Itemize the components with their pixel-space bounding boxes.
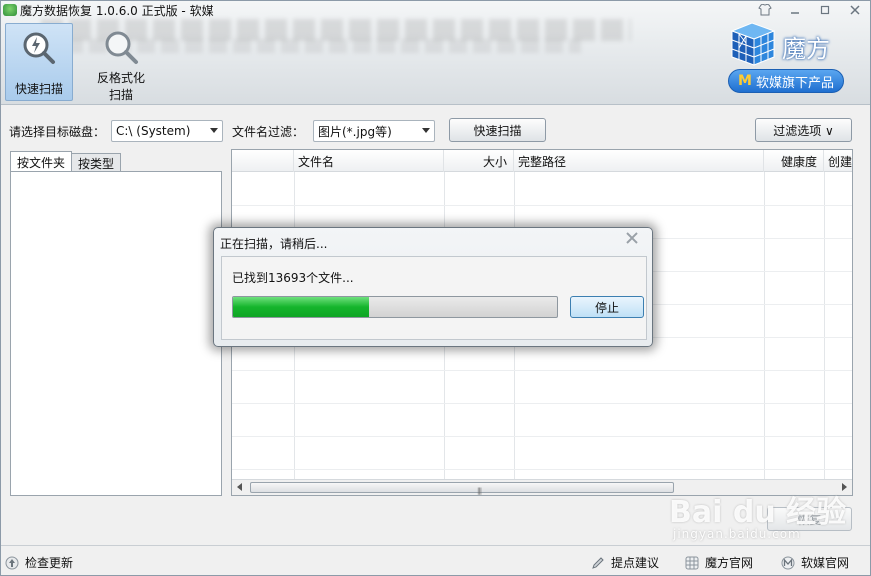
window-title: 魔方数据恢复 1.0.6.0 正式版 - 软媒 [20, 3, 214, 18]
ruanmei-site-link[interactable]: 软媒官网 [781, 554, 849, 571]
window-controls [750, 1, 870, 19]
unformat-scan-label-2: 扫描 [108, 88, 133, 102]
chevron-down-icon [422, 128, 430, 133]
rubiks-cube-logo-icon [730, 22, 776, 66]
progress-fill [233, 297, 370, 317]
dialog-title: 正在扫描，请稍后... [220, 237, 328, 251]
quick-scan-icon [19, 28, 59, 68]
ribbon: 魔方数据恢复 1.0.6.0 正式版 - 软媒 快速扫描 反格式化 扫描 魔方 … [1, 1, 870, 105]
column-header-filename[interactable]: 文件名 [294, 150, 444, 172]
dialog-body: 已找到13693个文件... 停止 [221, 256, 647, 340]
row-divider [232, 370, 852, 371]
quick-scan-button[interactable]: 快速扫描 [449, 118, 546, 142]
close-icon[interactable] [626, 232, 638, 248]
grip-icon: ||| [477, 487, 482, 495]
row-divider [232, 403, 852, 404]
tab-by-type[interactable]: 按类型 [71, 153, 122, 172]
status-bar: 检查更新 提点建议 魔方官网 软媒官网 [1, 545, 870, 575]
brand-name: 魔方 [782, 35, 830, 63]
column-divider [824, 172, 825, 479]
scroll-left-icon[interactable] [237, 483, 242, 491]
scan-progress-bar [232, 296, 558, 318]
check-update-link[interactable]: 检查更新 [5, 554, 73, 571]
scrollbar-thumb[interactable]: ||| [250, 482, 674, 495]
brand-area: 魔方 M 软媒旗下产品 [728, 21, 844, 97]
magnifier-icon [101, 27, 141, 67]
filter-options-button[interactable]: 过滤选项 ∨ [755, 118, 852, 142]
unformat-scan-tool-button[interactable]: 反格式化 扫描 [89, 23, 153, 103]
column-header-select[interactable] [232, 150, 294, 172]
tab-by-folder[interactable]: 按文件夹 [10, 151, 73, 172]
feedback-label: 提点建议 [611, 556, 660, 570]
column-header-health[interactable]: 健康度 [764, 150, 824, 172]
skin-icon[interactable] [750, 1, 780, 19]
baidu-watermark-url: jingyan.baidu.com [673, 527, 801, 541]
ruanmei-products-button[interactable]: M 软媒旗下产品 [728, 69, 844, 93]
unformat-scan-label-1: 反格式化 [96, 71, 145, 85]
app-icon [3, 4, 17, 16]
stop-button[interactable]: 停止 [570, 296, 644, 318]
name-filter-value: 图片(*.jpg等) [318, 124, 392, 139]
check-update-label: 检查更新 [25, 556, 74, 570]
ruanmei-m-icon [781, 556, 795, 570]
mofang-site-label: 魔方官网 [705, 556, 754, 570]
left-panel-tabs: 按文件夹 按类型 [10, 151, 122, 172]
mofang-site-link[interactable]: 魔方官网 [685, 554, 753, 571]
quick-scan-tool-button[interactable]: 快速扫描 [5, 23, 73, 101]
row-divider [232, 205, 852, 206]
name-filter-label: 文件名过滤： [232, 125, 305, 139]
row-divider [232, 436, 852, 437]
column-divider [764, 172, 765, 479]
arrow-up-circle-icon [5, 556, 19, 570]
files-found-message: 已找到13693个文件... [232, 271, 354, 285]
minimize-icon[interactable] [780, 1, 810, 19]
title-bar: 魔方数据恢复 1.0.6.0 正式版 - 软媒 [1, 1, 701, 19]
scan-progress-dialog: 正在扫描，请稍后... 已找到13693个文件... 停止 [213, 227, 653, 347]
folder-tree-panel[interactable] [10, 171, 222, 496]
row-divider [232, 469, 852, 470]
column-header-path[interactable]: 完整路径 [514, 150, 764, 172]
chevron-down-icon [210, 128, 218, 133]
grid-icon [685, 556, 699, 570]
pencil-icon [591, 556, 605, 570]
disk-select-label: 请选择目标磁盘： [9, 125, 106, 139]
disk-select[interactable]: C:\ (System) [111, 120, 223, 142]
maximize-icon[interactable] [810, 1, 840, 19]
app-window: 魔方数据恢复 1.0.6.0 正式版 - 软媒 快速扫描 反格式化 扫描 魔方 … [0, 0, 871, 576]
ruanmei-logo-icon: M [738, 73, 752, 89]
baidu-watermark: Bai du 经验 [669, 495, 847, 530]
ruanmei-products-label: 软媒旗下产品 [755, 75, 834, 91]
feedback-link[interactable]: 提点建议 [591, 554, 659, 571]
quick-scan-label: 快速扫描 [14, 82, 63, 96]
close-icon[interactable] [840, 1, 870, 19]
ruanmei-site-label: 软媒官网 [801, 556, 850, 570]
column-header-created[interactable]: 创建 [824, 150, 852, 172]
disk-select-value: C:\ (System) [116, 124, 191, 138]
column-header-size[interactable]: 大小 [444, 150, 514, 172]
table-header: 文件名 大小 完整路径 健康度 创建 [232, 150, 852, 172]
name-filter-select[interactable]: 图片(*.jpg等) [313, 120, 435, 142]
